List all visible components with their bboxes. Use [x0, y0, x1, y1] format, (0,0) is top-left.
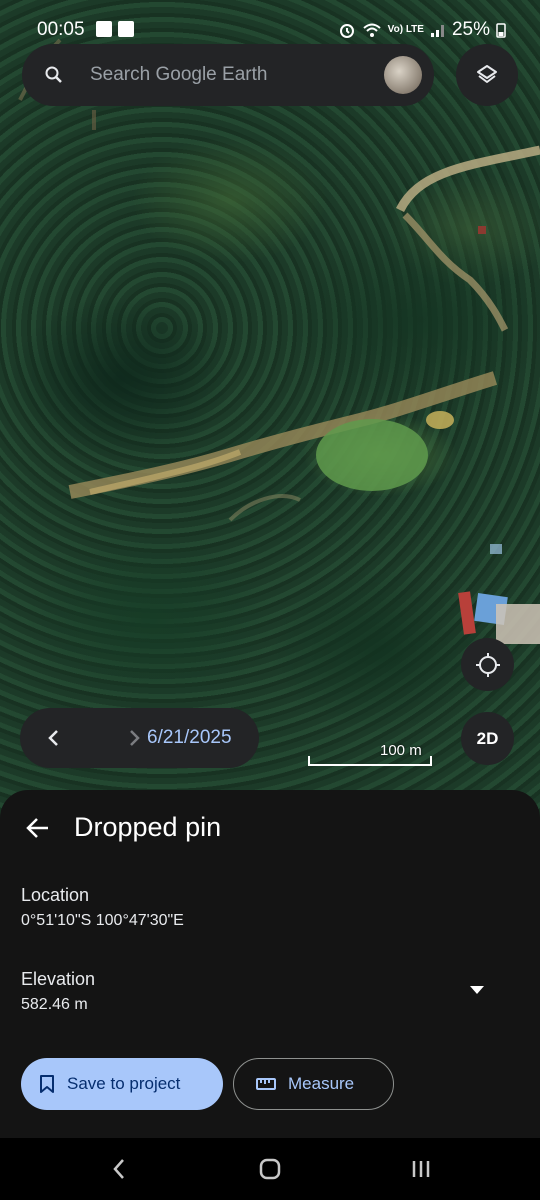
- elevation-value: 582.46 m: [21, 996, 88, 1013]
- dropped-pin-sheet: Dropped pin Location 0°51'10"S 100°47'30…: [0, 790, 540, 1138]
- nav-recents-button[interactable]: [406, 1156, 436, 1182]
- bookmark-icon: [40, 1075, 54, 1093]
- status-time: 00:05: [37, 19, 85, 40]
- satellite-map[interactable]: 00:05 Vo) LTE 25% Search Google Earth 2D…: [0, 0, 540, 820]
- measure-button-label: Measure: [288, 1074, 355, 1093]
- avatar[interactable]: [384, 56, 422, 94]
- ruler-icon: [256, 1078, 276, 1090]
- search-input[interactable]: Search Google Earth: [90, 64, 267, 86]
- view-mode-toggle[interactable]: 2D: [461, 712, 514, 765]
- historical-imagery-bar: 6/21/2025: [20, 708, 259, 768]
- search-bar[interactable]: Search Google Earth: [22, 44, 434, 106]
- elevation-label: Elevation: [21, 969, 96, 989]
- wifi-icon: [363, 23, 381, 37]
- save-button-label: Save to project: [67, 1074, 181, 1093]
- layers-button[interactable]: [456, 44, 518, 106]
- my-location-icon: [475, 652, 500, 677]
- sheet-title: Dropped pin: [74, 812, 222, 842]
- volte-badge: Vo) LTE: [387, 24, 424, 35]
- dropdown-arrow-icon: [470, 986, 484, 994]
- nav-back-icon: [113, 1159, 124, 1179]
- chevron-left-icon: [48, 730, 58, 746]
- save-to-project-button[interactable]: Save to project: [21, 1058, 223, 1110]
- signal-icon: [430, 25, 444, 37]
- chevron-right-icon: [130, 730, 140, 746]
- scale-bar: 100 m: [308, 742, 434, 768]
- nav-recents-icon: [412, 1161, 430, 1177]
- my-location-button[interactable]: [461, 638, 514, 691]
- scale-line: [308, 756, 432, 766]
- expand-details-button[interactable]: [466, 982, 488, 998]
- search-icon: [45, 66, 62, 83]
- back-arrow-icon: [26, 818, 48, 838]
- terrain-overlay: [18, 38, 540, 644]
- system-nav-bar: [0, 1138, 540, 1200]
- battery-percent: 25%: [451, 19, 490, 40]
- battery-icon: [496, 23, 506, 38]
- back-button[interactable]: [22, 812, 54, 844]
- location-value: 0°51'10"S 100°47'30"E: [21, 912, 184, 929]
- previous-date-button[interactable]: [40, 724, 68, 752]
- nav-home-icon: [259, 1158, 281, 1180]
- layers-icon: [477, 65, 497, 83]
- next-date-button[interactable]: [120, 724, 148, 752]
- imagery-date[interactable]: 6/21/2025: [147, 727, 232, 749]
- checkbox-notification-icon: [118, 21, 134, 37]
- nav-back-button[interactable]: [104, 1156, 134, 1182]
- location-label: Location: [21, 885, 90, 905]
- measure-button[interactable]: Measure: [233, 1058, 394, 1110]
- image-notification-icon: [96, 21, 112, 37]
- alarm-icon: [339, 24, 354, 38]
- nav-home-button[interactable]: [255, 1156, 285, 1182]
